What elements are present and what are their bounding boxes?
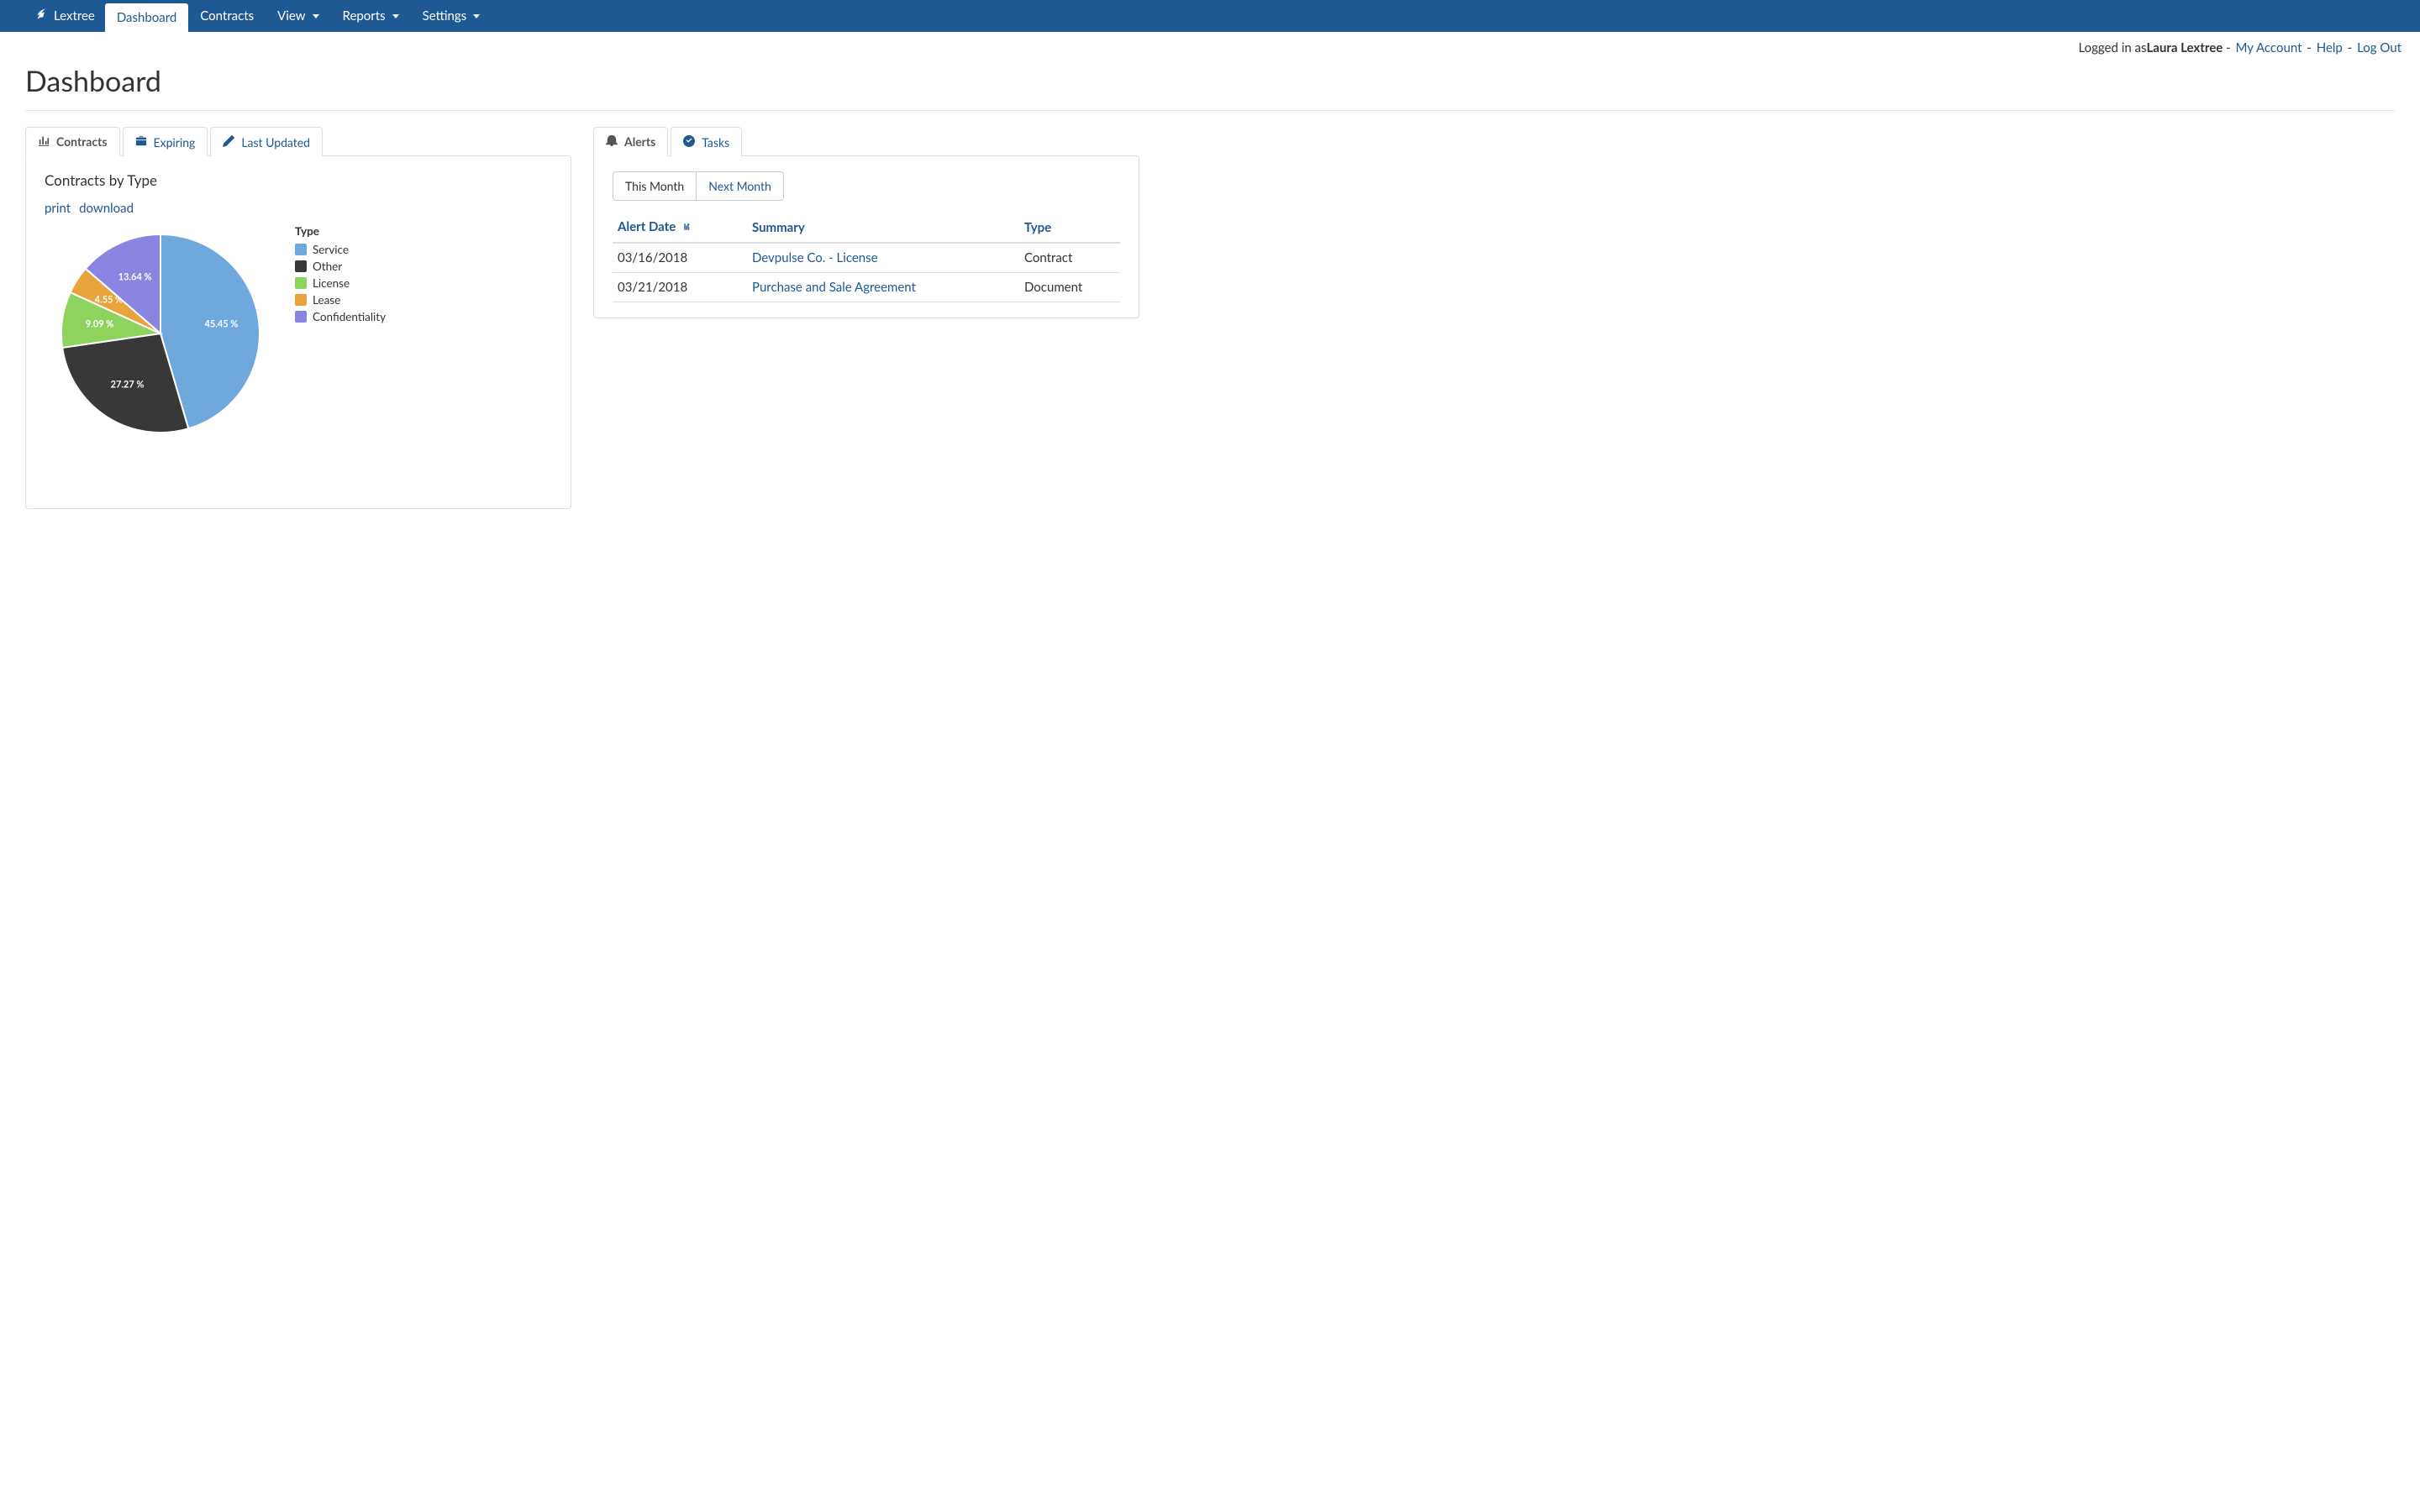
user-name: Laura Lextree — [2146, 40, 2223, 55]
legend-label: Other — [313, 260, 342, 273]
briefcase-icon — [135, 135, 147, 150]
alerts-panel: This Month Next Month Alert Date Su — [593, 155, 1139, 318]
caret-down-icon — [392, 14, 399, 18]
col-alert-date[interactable]: Alert Date — [613, 213, 747, 243]
legend-item-service[interactable]: Service — [295, 243, 386, 256]
leaf-icon — [35, 8, 49, 24]
right-tabstrip: Alerts Tasks — [593, 126, 1139, 155]
log-out-link[interactable]: Log Out — [2357, 40, 2402, 55]
cell-type: Document — [1019, 273, 1120, 302]
table-row: 03/16/2018 Devpulse Co. - License Contract — [613, 243, 1120, 273]
left-tab-label: Contracts — [56, 134, 108, 149]
chart-legend: Type Service Other License Lease Confidentia… — [295, 224, 386, 327]
legend-item-confidentiality[interactable]: Confidentiality — [295, 310, 386, 323]
left-tab-label: Last Updated — [241, 135, 310, 150]
nav-tab-contracts[interactable]: Contracts — [188, 0, 266, 32]
pie-chart: 45.45 %27.27 %9.09 %4.55 %13.64 % — [51, 224, 270, 443]
bar-chart-icon — [38, 134, 50, 149]
legend-title: Type — [295, 224, 386, 238]
check-circle-icon — [683, 135, 695, 150]
caret-down-icon — [313, 14, 319, 18]
alerts-table: Alert Date Summary Type 03/16/2018 Devpul… — [613, 213, 1120, 302]
divider — [25, 110, 2395, 111]
brand-link[interactable]: Lextree — [25, 0, 105, 32]
legend-swatch — [295, 277, 307, 289]
contracts-panel-title: Contracts by Type — [45, 171, 552, 189]
bell-icon — [606, 134, 618, 149]
left-tab-expiring[interactable]: Expiring — [123, 127, 208, 156]
next-month-button[interactable]: Next Month — [697, 171, 784, 201]
page-title: Dashboard — [25, 64, 2395, 98]
legend-label: Lease — [313, 293, 340, 307]
legend-swatch — [295, 294, 307, 306]
download-link[interactable]: download — [79, 201, 134, 216]
pie-label-confidentiality: 13.64 % — [118, 271, 152, 282]
help-link[interactable]: Help — [2317, 40, 2343, 55]
right-tab-label: Tasks — [702, 135, 729, 150]
sort-asc-icon — [682, 220, 692, 235]
nav-tabs: DashboardContractsViewReportsSettings — [105, 0, 492, 32]
alert-summary-link[interactable]: Purchase and Sale Agreement — [752, 280, 916, 295]
right-tab-label: Alerts — [624, 134, 655, 149]
cell-alert-date: 03/21/2018 — [613, 273, 747, 302]
contracts-panel: Contracts by Type print download 45.45 %… — [25, 155, 571, 509]
col-summary[interactable]: Summary — [747, 213, 1019, 243]
pie-label-service: 45.45 % — [204, 318, 238, 329]
caret-down-icon — [473, 14, 480, 18]
right-tab-tasks[interactable]: Tasks — [671, 127, 742, 156]
pie-label-license: 9.09 % — [86, 318, 113, 329]
left-tab-label: Expiring — [154, 135, 196, 150]
right-tab-alerts[interactable]: Alerts — [593, 127, 668, 156]
nav-tab-dashboard[interactable]: Dashboard — [105, 3, 188, 32]
month-toggle: This Month Next Month — [613, 171, 1120, 201]
legend-swatch — [295, 260, 307, 272]
nav-tab-reports[interactable]: Reports — [331, 0, 411, 32]
print-link[interactable]: print — [45, 201, 71, 216]
pie-label-other: 27.27 % — [111, 379, 145, 390]
cell-type: Contract — [1019, 243, 1120, 273]
legend-label: Confidentiality — [313, 310, 386, 323]
legend-item-lease[interactable]: Lease — [295, 293, 386, 307]
legend-swatch — [295, 244, 307, 255]
col-type[interactable]: Type — [1019, 213, 1120, 243]
cell-alert-date: 03/16/2018 — [613, 243, 747, 273]
pencil-icon — [223, 135, 234, 150]
legend-item-license[interactable]: License — [295, 276, 386, 290]
my-account-link[interactable]: My Account — [2235, 40, 2302, 55]
legend-label: License — [313, 276, 350, 290]
left-tab-last-updated[interactable]: Last Updated — [210, 127, 323, 156]
left-tabstrip: Contracts Expiring Last Updated — [25, 126, 571, 155]
cell-summary: Purchase and Sale Agreement — [747, 273, 1019, 302]
legend-label: Service — [313, 243, 349, 256]
logged-in-prefix: Logged in as — [2078, 40, 2146, 55]
this-month-button[interactable]: This Month — [613, 171, 697, 201]
left-tab-contracts[interactable]: Contracts — [25, 127, 120, 156]
brand-label: Lextree — [54, 8, 95, 24]
legend-item-other[interactable]: Other — [295, 260, 386, 273]
nav-tab-view[interactable]: View — [266, 0, 330, 32]
cell-summary: Devpulse Co. - License — [747, 243, 1019, 273]
nav-tab-settings[interactable]: Settings — [411, 0, 492, 32]
legend-swatch — [295, 311, 307, 323]
alert-summary-link[interactable]: Devpulse Co. - License — [752, 250, 878, 265]
user-bar: Logged in as Laura Lextree - My Account … — [0, 32, 2420, 55]
table-row: 03/21/2018 Purchase and Sale Agreement Doc… — [613, 273, 1120, 302]
top-navbar: Lextree DashboardContractsViewReportsSet… — [0, 0, 2420, 32]
